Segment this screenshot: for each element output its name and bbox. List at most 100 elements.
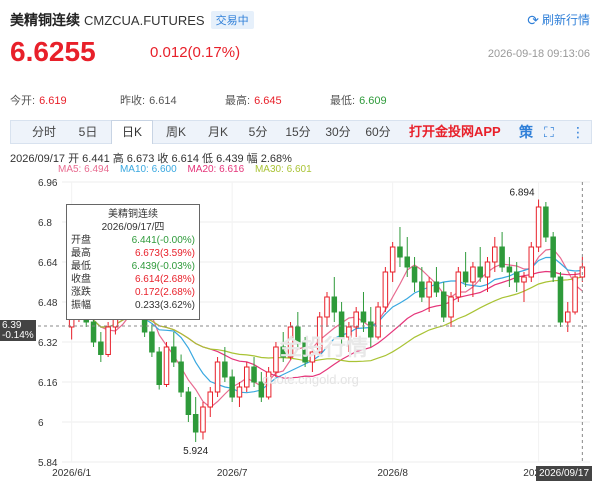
candle-body: [236, 386, 243, 398]
candle-body: [375, 306, 381, 338]
tooltip-row: 最低 6.439(-0.03%): [71, 261, 195, 272]
tab-monthly-k[interactable]: 月K: [199, 121, 237, 143]
candle-body: [171, 346, 177, 363]
open-app-link[interactable]: 打开金投网APP: [409, 121, 501, 143]
candle-body: [273, 346, 279, 373]
candle-body: [156, 351, 162, 385]
tab-60min[interactable]: 60分: [359, 121, 397, 143]
candle-body: [389, 246, 396, 273]
cursor-price-tag: 6.39 -0.14%: [0, 320, 36, 341]
candle-body: [360, 311, 367, 323]
y-tick-label: 6.48: [38, 298, 58, 309]
candle-body: [368, 321, 374, 338]
tab-5day[interactable]: 5日: [71, 121, 105, 143]
instrument-name: 美精铜连续 CMZCUA.FUTURES 交易中: [10, 10, 254, 30]
refresh-button[interactable]: ⟳ 刷新行情: [527, 11, 590, 29]
y-tick-label: 6.96: [38, 178, 58, 189]
refresh-icon: ⟳: [527, 12, 539, 28]
candle-body: [499, 246, 505, 268]
candle-body: [411, 266, 418, 283]
stats-row: 今开: 6.619 昨收: 6.614 最高: 6.645 最低: 6.609: [10, 92, 590, 107]
candle-body: [207, 391, 214, 408]
candle-body: [222, 361, 228, 378]
tooltip-row: 涨跌 0.172(2.68%): [71, 287, 195, 298]
candle-tooltip: 美精铜连续 2026/09/17/四 开盘 6.441(-0.00%) 最高 6.6…: [66, 204, 200, 320]
y-tick-label: 6.8: [38, 218, 52, 229]
candle-body: [477, 266, 483, 278]
candle-body: [484, 261, 491, 278]
stat-low: 最低: 6.609: [330, 95, 387, 107]
tooltip-row: 振幅 0.233(3.62%): [71, 300, 195, 311]
candle-body: [455, 271, 462, 298]
x-tick-label: 2026/6/1: [52, 468, 91, 479]
candle-body: [557, 276, 564, 323]
tooltip-row: 开盘 6.441(-0.00%): [71, 235, 195, 246]
cursor-date-tag: 2026/09/17: [536, 466, 592, 481]
price-row: 6.6255 0.012(0.17%) 2026-09-18 09:13:06: [10, 36, 590, 67]
candle-body: [163, 346, 170, 385]
candle-body: [426, 281, 432, 298]
trading-status-badge: 交易中: [210, 11, 254, 29]
candle-body: [331, 296, 338, 313]
tab-30min[interactable]: 30分: [319, 121, 357, 143]
quote-timestamp: 2026-09-18 09:13:06: [487, 48, 590, 60]
max-annotation: 6.894: [510, 188, 535, 199]
tab-weekly-k[interactable]: 周K: [157, 121, 195, 143]
candle-body: [192, 414, 199, 433]
fullscreen-icon[interactable]: ⛶: [544, 121, 554, 143]
candle-body: [178, 361, 184, 393]
candle-body: [528, 246, 535, 278]
candle-body: [521, 276, 527, 283]
tab-5min[interactable]: 5分: [241, 121, 275, 143]
candle-body: [382, 271, 389, 308]
min-annotation: 5.924: [183, 446, 208, 457]
candle-body: [353, 311, 359, 328]
candle-body: [470, 266, 476, 283]
tab-15min[interactable]: 15分: [279, 121, 317, 143]
instrument-code: CMZCUA.FUTURES: [84, 13, 205, 28]
tooltip-row: 收盘 6.614(2.68%): [71, 274, 195, 285]
stat-high: 最高: 6.645: [225, 95, 282, 107]
watermark: 金投行情: [280, 335, 369, 360]
candle-body: [506, 266, 513, 273]
stat-prev-close: 昨收: 6.614: [120, 95, 177, 107]
candle-body: [572, 276, 578, 313]
tooltip-date: 2026/09/17/四: [101, 222, 165, 233]
candle-body: [462, 271, 469, 283]
candle-body: [229, 376, 235, 398]
candle-body: [543, 206, 549, 238]
x-tick-label: 2026/8: [377, 468, 408, 479]
candle-body: [550, 236, 556, 278]
candle-body: [200, 406, 206, 433]
price-change: 0.012(0.17%): [150, 44, 241, 61]
candle-body: [214, 361, 221, 393]
candle-body: [419, 281, 425, 298]
candle-body: [513, 271, 520, 283]
candle-body: [397, 246, 403, 258]
candle-body: [185, 391, 192, 415]
last-price: 6.6255: [10, 36, 96, 67]
candle-body: [492, 246, 498, 263]
candle-body: [243, 366, 250, 388]
candle-body: [433, 281, 440, 293]
y-tick-label: 6: [38, 418, 44, 429]
candle-body: [404, 256, 411, 268]
candle-body: [149, 331, 155, 353]
more-icon[interactable]: ⋮: [571, 121, 585, 143]
tooltip-title: 美精铜连续: [108, 209, 158, 220]
candle-body: [90, 321, 97, 343]
strategy-icon[interactable]: 策: [519, 121, 533, 143]
tooltip-row: 最高 6.673(3.59%): [71, 248, 195, 259]
candle-body: [440, 291, 447, 318]
candle-body: [98, 341, 104, 355]
y-tick-label: 6.16: [38, 378, 58, 389]
y-tick-label: 6.64: [38, 258, 58, 269]
tab-daily-k[interactable]: 日K: [111, 120, 153, 144]
tab-fenshi[interactable]: 分时: [25, 121, 63, 143]
x-tick-label: 2026/7: [217, 468, 248, 479]
candle-body: [251, 366, 257, 383]
candle-body: [105, 326, 111, 355]
candle-body: [324, 296, 330, 318]
candle-body: [535, 206, 542, 248]
header: 美精铜连续 CMZCUA.FUTURES 交易中 ⟳ 刷新行情: [10, 8, 590, 30]
